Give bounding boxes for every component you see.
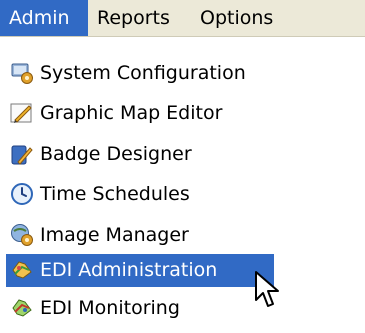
menu-item-label: EDI Administration <box>40 259 218 281</box>
menu-options-label: Options <box>200 7 274 29</box>
menu-item-system-configuration[interactable]: System Configuration <box>6 57 274 90</box>
menu-reports-label: Reports <box>97 7 170 29</box>
menu-bar: Admin Reports Options <box>0 0 365 37</box>
edi-monitoring-icon <box>12 299 32 317</box>
menu-options[interactable]: Options <box>191 0 291 36</box>
admin-dropdown-menu: System Configuration Graphic Map Editor … <box>0 37 365 333</box>
menu-item-time-schedules[interactable]: Time Schedules <box>6 178 274 211</box>
system-configuration-icon <box>11 63 33 84</box>
image-manager-icon <box>11 224 33 246</box>
mouse-pointer-icon <box>255 271 279 307</box>
menu-admin[interactable]: Admin <box>0 0 88 36</box>
menu-reports[interactable]: Reports <box>88 0 191 36</box>
menu-item-label: System Configuration <box>40 62 246 84</box>
edi-administration-icon <box>12 261 32 279</box>
map-editor-icon <box>10 103 32 123</box>
menu-item-graphic-map-editor[interactable]: Graphic Map Editor <box>6 97 274 130</box>
clock-icon <box>11 183 33 205</box>
menu-item-edi-administration[interactable]: EDI Administration <box>6 254 274 287</box>
badge-designer-icon <box>11 145 33 165</box>
menu-item-label: Image Manager <box>40 224 189 246</box>
menu-item-label: Badge Designer <box>40 143 192 165</box>
menu-admin-label: Admin <box>9 7 70 29</box>
menu-item-edi-monitoring[interactable]: EDI Monitoring <box>6 292 274 325</box>
menu-item-badge-designer[interactable]: Badge Designer <box>6 138 274 171</box>
menu-item-label: Graphic Map Editor <box>40 102 223 124</box>
menu-item-label: Time Schedules <box>40 183 190 205</box>
menu-item-image-manager[interactable]: Image Manager <box>6 219 274 252</box>
menu-item-label: EDI Monitoring <box>40 297 180 319</box>
